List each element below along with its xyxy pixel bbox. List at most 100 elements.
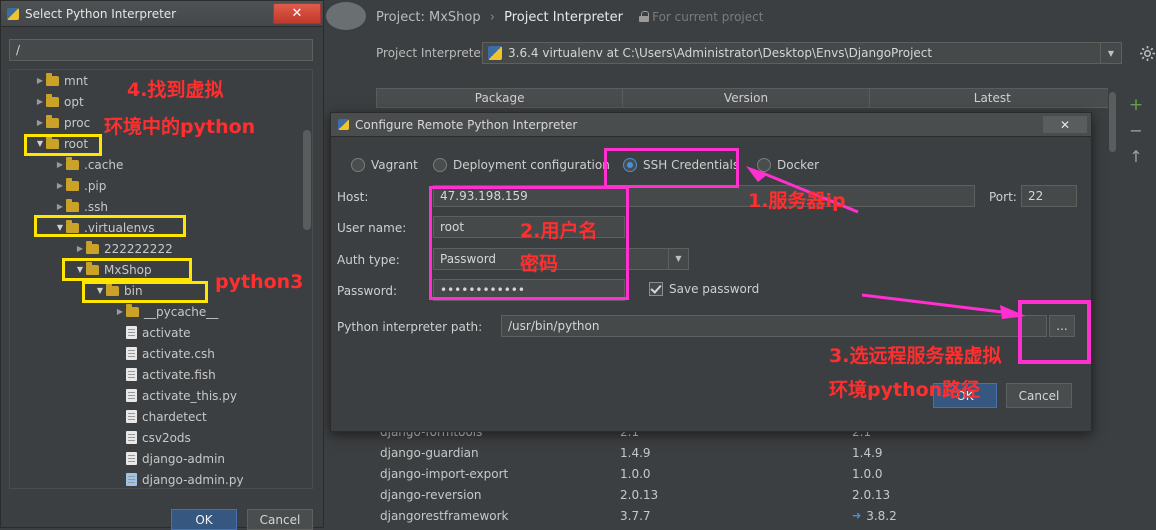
tree-node-activate-fish[interactable]: activate.fish xyxy=(10,364,312,385)
tree-node-django-admin-py[interactable]: django-admin.py xyxy=(10,469,312,488)
breadcrumb-project[interactable]: Project: MxShop xyxy=(376,10,481,25)
tree-node-label: 222222222 xyxy=(104,241,173,256)
radio-vagrant-label: Vagrant xyxy=(371,158,418,172)
save-password-checkbox[interactable]: Save password xyxy=(649,282,759,296)
python-interpreter-path-label: Python interpreter path: xyxy=(337,320,483,334)
gear-icon[interactable] xyxy=(1136,42,1156,64)
file-icon xyxy=(126,368,137,381)
chevron-right-icon[interactable]: ▶ xyxy=(34,76,46,85)
chevron-right-icon[interactable]: ▶ xyxy=(74,244,86,253)
folder-icon xyxy=(46,72,59,86)
highlight-credentials-fields xyxy=(429,186,629,300)
tree-node-label: .ssh xyxy=(84,199,108,214)
cell-latest: 1.4.9 xyxy=(852,446,1112,460)
cell-version: 1.0.0 xyxy=(620,466,651,481)
chevron-right-icon[interactable]: ▶ xyxy=(34,118,46,127)
radio-dot xyxy=(351,158,365,172)
cell-latest-text: 1.0.0 xyxy=(852,466,883,481)
breadcrumb-separator: › xyxy=(489,10,495,25)
tree-node-222222222[interactable]: ▶ 222222222 xyxy=(10,238,312,259)
file-icon xyxy=(126,326,137,339)
note-4b: 环境中的python xyxy=(104,116,256,138)
chevron-right-icon[interactable]: ▶ xyxy=(34,97,46,106)
tree-node-chardetect[interactable]: chardetect xyxy=(10,406,312,427)
chevron-right-icon[interactable]: ▶ xyxy=(54,202,66,211)
port-input[interactable]: 22 xyxy=(1021,185,1077,207)
cell-version: 1.4.9 xyxy=(620,445,651,460)
ok-button[interactable]: OK xyxy=(171,509,237,530)
lock-icon xyxy=(639,11,650,22)
host-label: Host: xyxy=(337,190,369,204)
chevron-down-icon[interactable]: ▼ xyxy=(1100,43,1121,63)
table-row[interactable]: django-guardian 1.4.9 1.4.9 xyxy=(376,442,1116,463)
package-table-body: django-formtools 2.1 2.1 django-guardian… xyxy=(376,421,1116,526)
project-interpreter-label: Project Interpreter: xyxy=(376,46,490,60)
chevron-down-icon[interactable]: ▼ xyxy=(668,249,688,269)
tree-scrollbar[interactable] xyxy=(303,130,311,230)
folder-icon xyxy=(126,303,139,317)
close-icon[interactable]: ✕ xyxy=(273,3,321,24)
tree-node-activate[interactable]: activate xyxy=(10,322,312,343)
package-action-buttons: + − ↑ xyxy=(1124,92,1148,170)
tree-node-label: django-admin xyxy=(142,451,226,466)
chevron-right-icon[interactable]: ▶ xyxy=(114,307,126,316)
tree-node-label: proc xyxy=(64,115,91,130)
tree-node-label: __pycache__ xyxy=(144,304,219,319)
folder-icon xyxy=(46,114,59,128)
tree-node-pycache[interactable]: ▶ __pycache__ xyxy=(10,301,312,322)
dialog-title: Select Python Interpreter xyxy=(25,6,177,21)
python-icon xyxy=(7,7,19,20)
tree-node-django-admin[interactable]: django-admin xyxy=(10,448,312,469)
file-icon xyxy=(126,389,137,402)
python-icon xyxy=(338,119,349,130)
cell-package: django-import-export xyxy=(380,466,509,481)
cancel-button[interactable]: Cancel xyxy=(1006,383,1072,408)
tree-node-label: django-admin.py xyxy=(142,472,244,487)
radio-vagrant[interactable]: Vagrant xyxy=(351,158,418,172)
port-label: Port: xyxy=(989,190,1017,204)
column-latest[interactable]: Latest xyxy=(870,89,1115,107)
highlight-mxshop xyxy=(62,258,192,281)
add-package-button[interactable]: + xyxy=(1124,92,1148,118)
user-name-label: User name: xyxy=(337,221,407,235)
dialog-title: Configure Remote Python Interpreter xyxy=(355,117,578,132)
note-4: 4.找到虚拟 xyxy=(127,79,224,101)
package-table-scrollbar[interactable] xyxy=(1108,88,1117,518)
path-input[interactable]: / xyxy=(9,39,313,61)
tree-node-csv2ods[interactable]: csv2ods xyxy=(10,427,312,448)
highlight-bin xyxy=(82,281,208,303)
chevron-right-icon[interactable]: ▶ xyxy=(54,160,66,169)
dialog-titlebar: Select Python Interpreter ✕ xyxy=(1,1,323,27)
close-icon[interactable]: ✕ xyxy=(1043,116,1087,133)
column-package[interactable]: Package xyxy=(377,89,624,107)
remove-package-button[interactable]: − xyxy=(1124,118,1148,144)
tree-node-ssh[interactable]: ▶ .ssh xyxy=(10,196,312,217)
project-interpreter-combo[interactable]: 3.6.4 virtualenv at C:\Users\Administrat… xyxy=(482,42,1122,64)
table-row[interactable]: django-import-export 1.0.0 1.0.0 xyxy=(376,463,1116,484)
highlight-virtualenvs xyxy=(34,215,186,237)
tree-node-pip[interactable]: ▶ .pip xyxy=(10,175,312,196)
tree-node-label: opt xyxy=(64,94,84,109)
note-python3: python3 xyxy=(215,271,304,293)
chevron-right-icon[interactable]: ▶ xyxy=(54,181,66,190)
tree-node-label: .pip xyxy=(84,178,107,193)
cell-version: 3.7.7 xyxy=(620,508,651,523)
radio-deployment-configuration[interactable]: Deployment configuration xyxy=(433,158,610,172)
note-2b: 密码 xyxy=(520,253,559,275)
tree-node-activate-csh[interactable]: activate.csh xyxy=(10,343,312,364)
tree-node-activate-this-py[interactable]: activate_this.py xyxy=(10,385,312,406)
upgrade-package-button[interactable]: ↑ xyxy=(1124,144,1148,170)
tree-node-cache[interactable]: ▶ .cache xyxy=(10,154,312,175)
package-table: Package Version Latest django-formtools … xyxy=(376,88,1116,523)
table-row[interactable]: django-reversion 2.0.13 2.0.13 xyxy=(376,484,1116,505)
package-table-header: Package Version Latest xyxy=(376,88,1116,108)
note-3: 3.选远程服务器虚拟 xyxy=(829,345,1002,367)
cell-latest-text: 3.8.2 xyxy=(866,508,897,523)
table-row[interactable]: djangorestframework 3.7.7 ➜ 3.8.2 xyxy=(376,505,1116,526)
cancel-button[interactable]: Cancel xyxy=(247,509,313,530)
cell-latest: ➜ 3.8.2 xyxy=(852,509,1112,523)
dialog-titlebar: Configure Remote Python Interpreter ✕ xyxy=(331,113,1091,137)
folder-icon xyxy=(46,93,59,107)
column-version[interactable]: Version xyxy=(623,89,870,107)
python-icon xyxy=(488,46,502,60)
